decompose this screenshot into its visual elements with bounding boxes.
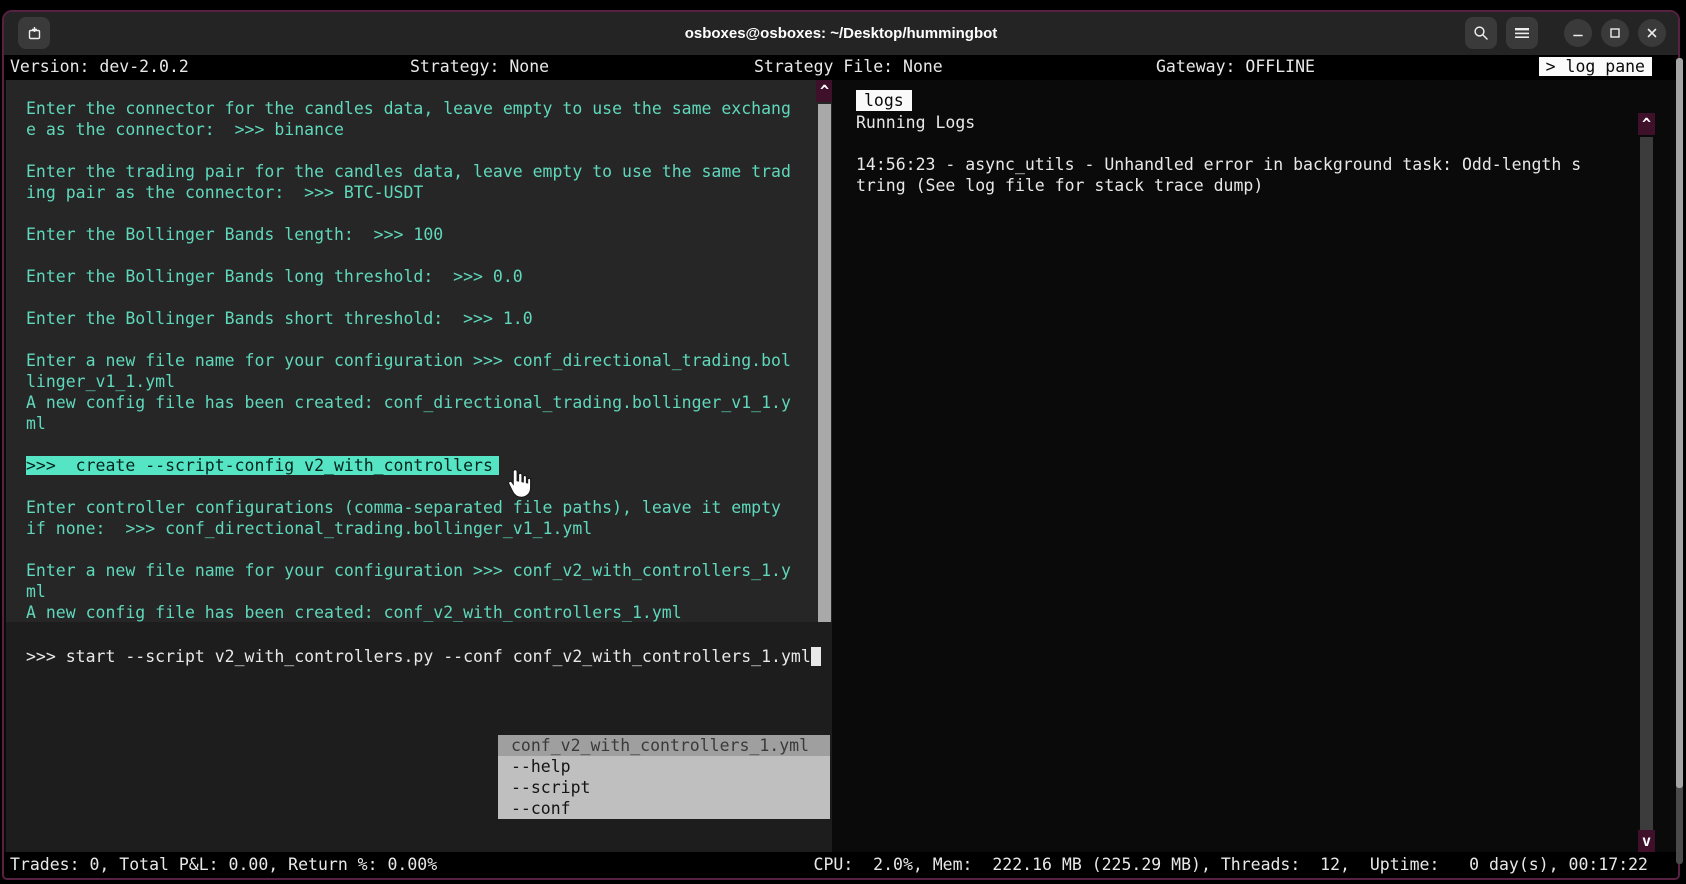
main-area: Enter the connector for the candles data… [4,80,1678,852]
titlebar[interactable]: osboxes@osboxes: ~/Desktop/hummingbot [4,12,1678,55]
maximize-icon [1609,27,1621,39]
top-status-bar: Version: dev-2.0.2 Strategy: None Strate… [4,55,1678,80]
search-button[interactable] [1465,17,1497,49]
autocomplete-dropdown: conf_v2_with_controllers_1.yml--help--sc… [498,735,830,819]
log-line: tring (See log file for stack trace dump… [856,175,1638,196]
log-pane-toggle[interactable]: > log pane [1539,57,1652,76]
bottom-status-bar: Trades: 0, Total P&L: 0.00, Return %: 0.… [4,852,1678,878]
log-pane-title: Running Logs [856,112,1638,133]
output-line: Enter the Bollinger Bands short threshol… [26,308,812,329]
output-line: Enter the trading pair for the candles d… [26,161,812,182]
log-scrollbar[interactable]: ^ v [1638,113,1655,852]
command-input-line[interactable]: >>> start --script v2_with_controllers.p… [26,646,821,667]
log-blank-line [856,133,1638,154]
output-line: ml [26,413,812,434]
output-line [26,476,812,497]
window-scrollbar-thumb[interactable] [1676,58,1683,788]
output-line [26,245,812,266]
new-tab-button[interactable] [18,17,50,49]
output-line: ml [26,581,812,602]
autocomplete-item[interactable]: conf_v2_with_controllers_1.yml [498,735,830,756]
gateway-label: Gateway: OFFLINE [1156,57,1315,76]
output-pane: Enter the connector for the candles data… [6,80,832,622]
output-scrollbar-thumb[interactable] [818,104,831,664]
new-tab-icon [26,25,43,42]
trades-status: Trades: 0, Total P&L: 0.00, Return %: 0.… [10,855,437,874]
maximize-button[interactable] [1601,19,1629,47]
screen: osboxes@osboxes: ~/Desktop/hummingbot [0,0,1686,884]
terminal-window: osboxes@osboxes: ~/Desktop/hummingbot [2,10,1680,880]
hamburger-menu-icon [1514,26,1530,40]
logs-tab[interactable]: logs [856,90,912,111]
command-input-area[interactable]: >>> start --script v2_with_controllers.p… [6,622,832,852]
scroll-up-arrow-icon[interactable]: ^ [816,80,833,102]
command-text: >>> start --script v2_with_controllers.p… [26,647,811,666]
output-line [26,203,812,224]
output-line [26,287,812,308]
output-line: Enter a new file name for your configura… [26,560,812,581]
close-button[interactable] [1638,19,1666,47]
output-line [26,329,812,350]
output-line: e as the connector: >>> binance [26,119,812,140]
output-scrollbar[interactable]: ^ v [816,80,833,622]
text-cursor [811,647,821,666]
output-line: Enter a new file name for your configura… [26,350,812,371]
autocomplete-item[interactable]: --script [498,777,830,798]
log-scroll-up-arrow-icon[interactable]: ^ [1638,113,1655,135]
output-line: A new config file has been created: conf… [26,392,812,413]
output-line: ing pair as the connector: >>> BTC-USDT [26,182,812,203]
mouse-cursor-hand-icon [505,468,532,503]
output-line: Enter the Bollinger Bands length: >>> 10… [26,224,812,245]
output-line [26,140,812,161]
close-icon [1646,27,1658,39]
menu-button[interactable] [1506,17,1538,49]
output-lines: Enter the connector for the candles data… [26,98,812,623]
log-lines: 14:56:23 - async_utils - Unhandled error… [856,154,1638,196]
log-pane: logs Running Logs 14:56:23 - async_utils… [832,80,1678,852]
strategy-file-label: Strategy File: None [754,57,943,76]
output-line: Enter controller configurations (comma-s… [26,497,812,518]
output-line: A new config file has been created: conf… [26,602,812,623]
autocomplete-item[interactable]: --help [498,756,830,777]
log-line: 14:56:23 - async_utils - Unhandled error… [856,154,1638,175]
autocomplete-item[interactable]: --conf [498,798,830,819]
log-scrollbar-track[interactable] [1640,137,1653,830]
output-line: if none: >>> conf_directional_trading.bo… [26,518,812,539]
log-scroll-down-arrow-icon[interactable]: v [1638,830,1655,852]
output-line [26,539,812,560]
version-label: Version: dev-2.0.2 [10,57,189,76]
output-line [26,434,812,455]
system-status: CPU: 2.0%, Mem: 222.16 MB (225.29 MB), T… [814,855,1648,874]
search-icon [1473,25,1489,41]
window-title: osboxes@osboxes: ~/Desktop/hummingbot [4,25,1678,42]
output-line: Enter the connector for the candles data… [26,98,812,119]
output-line: >>> create --script-config v2_with_contr… [26,455,812,476]
output-line: Enter the Bollinger Bands long threshold… [26,266,812,287]
strategy-label: Strategy: None [410,57,549,76]
terminal-left-column: Enter the connector for the candles data… [6,80,832,852]
output-line: linger_v1_1.yml [26,371,812,392]
minimize-button[interactable] [1564,19,1592,47]
minimize-icon [1572,27,1584,39]
